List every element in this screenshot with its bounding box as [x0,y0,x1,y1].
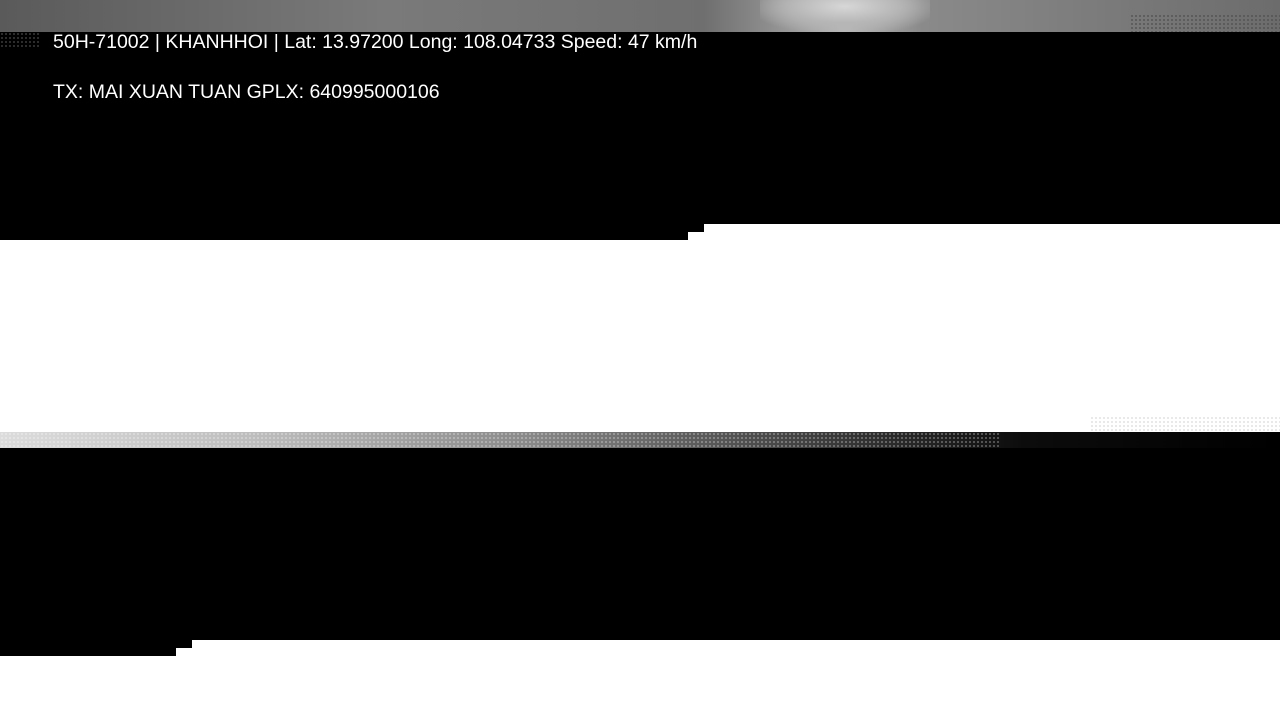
bottom-white-step-small [176,648,192,656]
gradient-stripe [0,432,1280,448]
black-band-top [0,32,1280,240]
white-band [0,240,1280,432]
image-noise-left [0,32,40,48]
white-band-step [704,224,1280,240]
camera-image-strip [0,0,1280,32]
white-band-noise [1090,416,1280,432]
white-band-step-small [688,232,704,240]
image-noise [1130,14,1280,32]
bottom-white-band [0,656,1280,720]
driver-info-overlay: TX: MAI XUAN TUAN GPLX: 640995000106 [53,81,440,103]
camera-frame: 50H-71002 | KHANHHOI | Lat: 13.97200 Lon… [0,0,1280,720]
black-band-bottom [0,448,1280,640]
gradient-noise [0,432,1000,448]
image-highlight [760,0,930,32]
bottom-white-step [192,640,1280,656]
vehicle-info-overlay: 50H-71002 | KHANHHOI | Lat: 13.97200 Lon… [53,31,698,53]
